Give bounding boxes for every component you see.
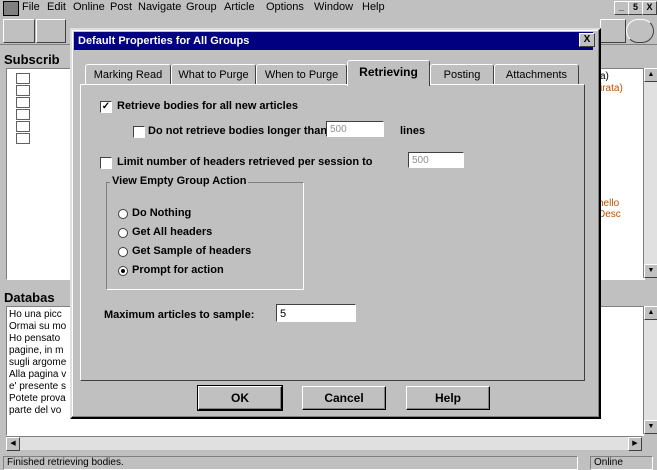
message-line: Potete prova (9, 393, 66, 404)
max-body-lines-input[interactable]: 500 (326, 121, 384, 137)
scroll-left-icon[interactable]: ◀ (6, 437, 20, 451)
subscribe-pane (6, 68, 78, 280)
scroll-up-icon[interactable]: ▲ (644, 68, 657, 82)
message-line: pagine, in m (9, 345, 64, 356)
menu-options[interactable]: Options (266, 1, 304, 13)
message-line: Ormai su mo (9, 321, 67, 332)
radio-get-all-headers[interactable] (118, 228, 128, 238)
article-fragment: a) (600, 71, 609, 82)
menu-online[interactable]: Online (73, 1, 105, 13)
tab-retrieving[interactable]: Retrieving (347, 60, 430, 86)
menu-post[interactable]: Post (110, 1, 132, 13)
newsgroup-icon (16, 109, 30, 120)
app-icon[interactable] (3, 1, 19, 16)
close-button[interactable]: X (642, 1, 657, 15)
scrollbar[interactable]: ▲ ▼ (643, 306, 657, 434)
subscribe-pane-title: Subscrib (4, 52, 60, 67)
help-button[interactable]: Help (406, 386, 490, 410)
max-sample-label: Maximum articles to sample: (104, 309, 255, 321)
menu-help[interactable]: Help (362, 1, 385, 13)
no-retrieve-longer-checkbox[interactable] (133, 126, 145, 138)
article-fragment: hello Desc (598, 198, 621, 220)
limit-headers-label: Limit number of headers retrieved per se… (117, 156, 373, 168)
message-line: Alla pagina v (9, 369, 67, 380)
message-line: sugli argome (9, 357, 67, 368)
retrieve-bodies-label: Retrieve bodies for all new articles (117, 100, 298, 112)
menu-edit[interactable]: Edit (47, 1, 66, 13)
message-line: Ho una picc (9, 309, 62, 320)
tab-posting[interactable]: Posting (430, 64, 494, 85)
cancel-button[interactable]: Cancel (302, 386, 386, 410)
status-message: Finished retrieving bodies. (3, 456, 578, 470)
globe-icon[interactable] (626, 19, 654, 43)
limit-headers-checkbox[interactable] (100, 157, 112, 169)
tab-what-to-purge[interactable]: What to Purge (171, 64, 256, 85)
tab-when-to-purge[interactable]: When to Purge (256, 64, 347, 85)
menu-window[interactable]: Window (314, 1, 353, 13)
close-icon[interactable]: X (579, 33, 595, 47)
newsgroup-icon (16, 73, 30, 84)
menu-file[interactable]: File (22, 1, 40, 13)
radio-get-sample-label: Get Sample of headers (132, 245, 252, 257)
scroll-right-icon[interactable]: ▶ (628, 437, 642, 451)
menu-group[interactable]: Group (186, 1, 217, 13)
tab-marking-read[interactable]: Marking Read (85, 64, 171, 85)
menu-article[interactable]: Article (224, 1, 255, 13)
scroll-down-icon[interactable]: ▼ (644, 420, 657, 434)
horizontal-scrollbar[interactable]: ◀ ▶ (6, 436, 642, 451)
radio-do-nothing-label: Do Nothing (132, 207, 192, 219)
status-mode: Online (590, 456, 653, 470)
database-pane-title: Databas (4, 290, 55, 305)
scroll-down-icon[interactable]: ▼ (644, 264, 657, 278)
radio-get-all-headers-label: Get All headers (132, 226, 213, 238)
scroll-up-icon[interactable]: ▲ (644, 306, 657, 320)
scrollbar[interactable]: ▲ ▼ (643, 68, 657, 278)
newsgroup-icon (16, 85, 30, 96)
lines-label: lines (400, 125, 426, 137)
message-line: parte del vo (9, 405, 62, 416)
radio-prompt-for-action[interactable] (118, 266, 128, 276)
radio-do-nothing[interactable] (118, 209, 128, 219)
radio-get-sample[interactable] (118, 247, 128, 257)
toolbar-button[interactable] (600, 19, 626, 43)
toolbar-button[interactable] (36, 19, 66, 43)
header-limit-input[interactable]: 500 (408, 152, 464, 168)
status-bar: Finished retrieving bodies. Online (0, 455, 657, 470)
toolbar-button[interactable] (3, 19, 35, 43)
message-line: Ho pensato (9, 333, 61, 344)
empty-group-action-title: View Empty Group Action (110, 175, 249, 187)
no-retrieve-longer-label: Do not retrieve bodies longer than (148, 125, 328, 137)
article-fragment: irata) (600, 83, 623, 94)
minimize-button[interactable]: _ (614, 1, 629, 15)
newsgroup-icon (16, 121, 30, 132)
tab-attachments[interactable]: Attachments (494, 64, 579, 85)
menu-navigate[interactable]: Navigate (138, 1, 181, 13)
menu-bar: File Edit Online Post Navigate Group Art… (0, 0, 657, 16)
ok-button[interactable]: OK (197, 385, 283, 411)
newsgroup-icon (16, 97, 30, 108)
newsgroup-icon (16, 133, 30, 144)
article-list-pane: a) irata) hello Desc (597, 68, 645, 280)
radio-prompt-for-action-label: Prompt for action (132, 264, 224, 276)
restore-button[interactable]: 5 (628, 1, 643, 15)
dialog-title: Default Properties for All Groups (74, 32, 593, 50)
max-sample-input[interactable]: 5 (276, 304, 356, 322)
retrieve-bodies-checkbox[interactable]: ✓ (100, 101, 112, 113)
message-line: e' presente s (9, 381, 66, 392)
properties-dialog: Default Properties for All Groups X Mark… (70, 28, 601, 419)
